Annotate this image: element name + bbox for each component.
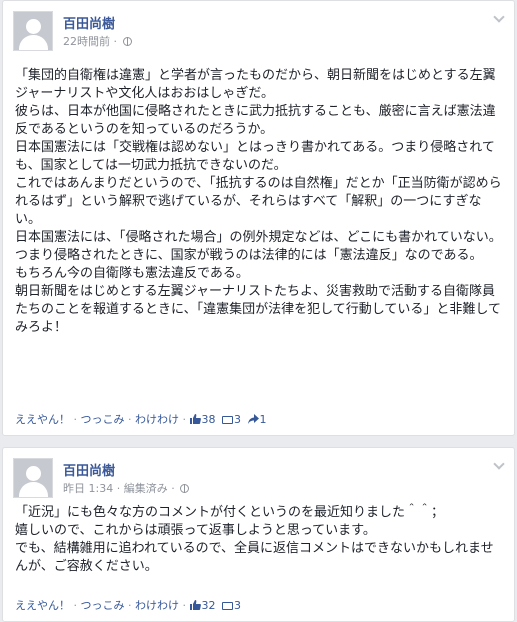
globe-icon[interactable] bbox=[122, 37, 132, 46]
share-button[interactable]: わけわけ bbox=[135, 599, 179, 612]
separator-dot: · bbox=[116, 482, 124, 495]
avatar[interactable] bbox=[13, 458, 53, 498]
edited-label[interactable]: 編集済み bbox=[124, 482, 168, 495]
like-button[interactable]: ええやん！ bbox=[15, 413, 70, 426]
like-icon bbox=[189, 414, 201, 424]
post-time[interactable]: 22時間前 bbox=[63, 35, 110, 48]
post-time[interactable]: 昨日 1:34 bbox=[63, 482, 113, 495]
share-icon bbox=[247, 414, 259, 424]
post-body: 「近況」にも色々な方のコメントが付くというのを最近知りました＾＾； 嬉しいので、… bbox=[15, 504, 505, 576]
comment-button[interactable]: つっこみ bbox=[81, 413, 125, 426]
comment-button[interactable]: つっこみ bbox=[81, 599, 125, 612]
comment-icon bbox=[222, 416, 233, 424]
post-meta: 22時間前 · bbox=[63, 33, 132, 49]
comment-count[interactable]: 3 bbox=[219, 413, 245, 426]
like-button[interactable]: ええやん！ bbox=[15, 599, 70, 612]
share-button[interactable]: わけわけ bbox=[135, 413, 179, 426]
like-count[interactable]: 32 bbox=[189, 599, 220, 612]
separator-dot: · bbox=[113, 35, 121, 48]
author-name[interactable]: 百田尚樹 bbox=[63, 460, 115, 479]
post-body: 「集団的自衛権は違憲」と学者が言ったものだから、朝日新聞をはじめとする左翼ジャー… bbox=[15, 67, 505, 337]
post-2: 百田尚樹 昨日 1:34 · 編集済み · 「近況」にも色々な方のコメントが付く… bbox=[2, 447, 515, 622]
like-icon bbox=[189, 600, 201, 610]
post-paragraph: 嬉しいので、これからは頑張って返事しようと思っています。 bbox=[15, 523, 376, 538]
post-paragraph: 「近況」にも色々な方のコメントが付くというのを最近知りました＾＾； bbox=[15, 505, 445, 520]
post-paragraph: 日本国憲法には「交戦権は認めない」とはっきり書かれてある。つまり侵略されても、国… bbox=[15, 140, 495, 173]
like-count[interactable]: 38 bbox=[189, 413, 220, 426]
post-meta: 昨日 1:34 · 編集済み · bbox=[63, 480, 190, 496]
globe-icon[interactable] bbox=[180, 484, 190, 493]
share-count[interactable]: 1 bbox=[245, 413, 267, 426]
author-name[interactable]: 百田尚樹 bbox=[63, 13, 115, 32]
post-paragraph: これではあんまりだというので、「抵抗するのは自然権」だとか「正当防衛が認められる… bbox=[15, 176, 502, 227]
post-paragraph: つまり侵略されたときに、国家が戦うのは法律的には「憲法違反」なのである。 bbox=[15, 248, 483, 263]
post-paragraph: 日本国憲法には、「侵略された場合」の例外規定などは、どこにも書かれていない。 bbox=[15, 230, 502, 245]
avatar[interactable] bbox=[13, 11, 53, 51]
post-paragraph: 朝日新聞をはじめとする左翼ジャーナリストたちよ、災害救助で活動する自衛隊員たちの… bbox=[15, 284, 501, 335]
post-actions: ええやん！ · つっこみ · わけわけ · 38 3 1 bbox=[15, 413, 267, 426]
comment-icon bbox=[222, 602, 233, 610]
post-paragraph: もちろん今の自衛隊も憲法違反である。 bbox=[15, 266, 249, 281]
post-header: 百田尚樹 22時間前 · bbox=[13, 11, 503, 55]
chevron-down-icon[interactable] bbox=[493, 13, 505, 25]
post-paragraph: でも、結構雑用に追われているので、全員に返信コメントはできないかもしれませんが、… bbox=[15, 541, 494, 574]
comment-count[interactable]: 3 bbox=[219, 599, 241, 612]
post-paragraph: 「集団的自衛権は違憲」と学者が言ったものだから、朝日新聞をはじめとする左翼ジャー… bbox=[15, 68, 496, 101]
post-actions: ええやん！ · つっこみ · わけわけ · 32 3 bbox=[15, 599, 241, 612]
post-header: 百田尚樹 昨日 1:34 · 編集済み · bbox=[13, 458, 503, 502]
post-1: 百田尚樹 22時間前 · 「集団的自衛権は違憲」と学者が言ったものだから、朝日新… bbox=[2, 0, 515, 436]
chevron-down-icon[interactable] bbox=[493, 460, 505, 472]
separator-dot: · bbox=[171, 482, 179, 495]
post-paragraph: 彼らは、日本が他国に侵略されたときに武力抵抗することも、厳密に言えば憲法違反であ… bbox=[15, 104, 496, 137]
